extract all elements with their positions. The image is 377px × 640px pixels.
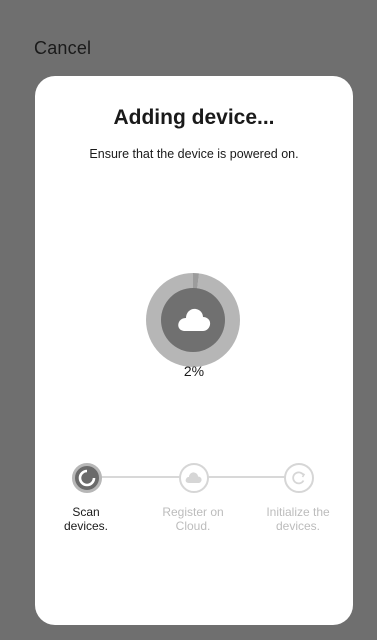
step-register-label-line1: Register on — [162, 505, 224, 519]
progress-ring — [146, 273, 240, 367]
cloud-icon — [178, 308, 211, 331]
step-connector-2 — [207, 476, 296, 478]
refresh-icon — [292, 471, 306, 485]
step-initialize-label-line1: Initialize the — [266, 505, 330, 519]
step-initialize-label: Initialize the devices. — [253, 505, 343, 533]
cancel-button[interactable]: Cancel — [34, 38, 91, 59]
step-scan-label-line1: Scan — [72, 505, 100, 519]
adding-device-dialog: Adding device... Ensure that the device … — [35, 76, 353, 625]
scan-icon — [78, 469, 96, 487]
screen-backdrop: Cancel Adding device... Ensure that the … — [0, 0, 377, 640]
step-scan-indicator — [72, 463, 102, 493]
progress-inner-circle — [161, 288, 225, 352]
step-scan-label: Scan devices. — [41, 505, 131, 533]
cloud-icon — [185, 472, 202, 483]
step-register-label-line2: Cloud. — [175, 519, 211, 533]
step-register-label: Register on Cloud. — [148, 505, 238, 533]
step-scan-label-line2: devices. — [63, 519, 109, 533]
step-initialize-indicator — [284, 463, 314, 493]
step-initialize-label-line2: devices. — [275, 519, 321, 533]
progress-percent: 2% — [183, 363, 205, 379]
dialog-title: Adding device... — [113, 106, 275, 129]
dialog-subtitle: Ensure that the device is powered on. — [89, 147, 299, 161]
step-register-indicator — [179, 463, 209, 493]
